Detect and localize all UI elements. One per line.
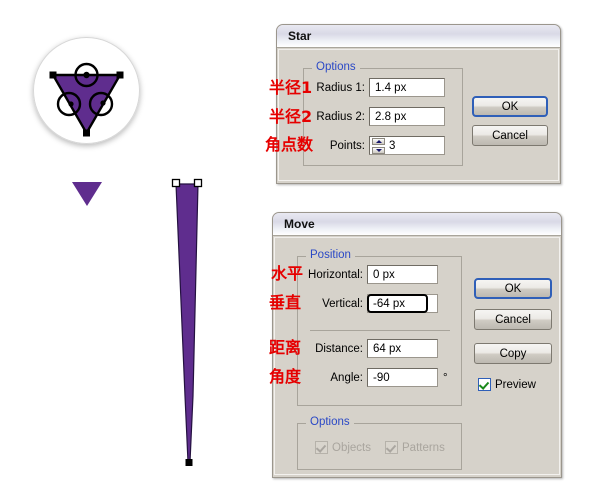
star-dialog: Star Options Radius 1: 1.4 px 半径1 Radius… [265,24,561,184]
preview-checkbox-row[interactable]: Preview [478,378,536,391]
corner-radius-handle-top-dot [83,71,90,79]
preview-label: Preview [495,378,536,391]
spire-anchor-top-right [193,178,203,188]
small-purple-triangle [72,182,102,206]
patterns-checkbox-row[interactable]: Patterns [385,441,445,454]
radius2-label: Radius 2: [316,110,365,123]
radius2-input[interactable]: 2.8 px [369,107,445,126]
move-dialog-body: Position Horizontal: 0 px 水平 Vertical: -… [269,237,560,475]
move-dialog: Move Position Horizontal: 0 px 水平 Vertic… [269,212,562,478]
small-triangle-shape [72,182,102,206]
vertical-annotation: 垂直 [269,293,302,312]
radius1-row: Radius 1: 1.4 px [307,78,445,97]
anchor-point-top-left [49,71,57,79]
star-tool-preview [33,37,140,144]
star-ok-button[interactable]: OK [472,96,548,117]
vertical-input[interactable]: -64 px [367,294,428,313]
spire-shape [175,183,199,463]
radius2-annotation: 半径2 [269,107,313,126]
vertical-label: Vertical: [322,297,363,310]
vertical-input-wrap: -64 px [367,294,438,313]
inverted-triangle-shape [50,73,123,136]
objects-checkbox-row[interactable]: Objects [315,441,371,454]
angle-input[interactable]: -90 [367,368,438,387]
move-cancel-button[interactable]: Cancel [474,309,552,330]
radius1-input[interactable]: 1.4 px [369,78,445,97]
corner-radius-handle-left-dot [68,101,74,107]
star-cancel-button[interactable]: Cancel [472,125,548,146]
angle-unit-label: ° [443,371,448,384]
star-dialog-title: Star [288,29,312,43]
horizontal-row: Horizontal: 0 px [303,265,438,284]
anchor-point-bottom [83,129,90,137]
points-input[interactable]: 3 [369,136,445,155]
stepper-down-icon[interactable] [372,146,385,154]
star-dialog-titlebar[interactable]: Star [277,25,560,48]
spire-anchor-top-left [171,178,181,188]
spire-anchor-bottom [185,459,193,466]
move-dialog-titlebar[interactable]: Move [273,213,561,236]
horizontal-input[interactable]: 0 px [367,265,438,284]
move-dialog-title: Move [284,217,315,231]
points-row: Points: 3 [307,136,445,155]
star-options-legend: Options [312,61,360,73]
objects-checkbox[interactable] [315,441,328,454]
distance-annotation: 距离 [269,338,302,357]
move-copy-button[interactable]: Copy [474,343,552,364]
patterns-checkbox[interactable] [385,441,398,454]
points-stepper[interactable] [372,137,385,154]
points-value: 3 [389,139,396,152]
points-annotation: 角点数 [265,135,314,154]
preview-checkbox[interactable] [478,378,491,391]
move-options-legend: Options [306,416,354,428]
points-label: Points: [329,139,365,152]
star-dialog-body: Options Radius 1: 1.4 px 半径1 Radius 2: 2… [265,49,559,181]
patterns-label: Patterns [402,441,445,454]
vertical-row: Vertical: -64 px [303,294,438,313]
move-ok-button[interactable]: OK [474,278,552,299]
elongated-purple-spire [171,178,203,466]
horizontal-annotation: 水平 [271,264,304,283]
distance-label: Distance: [315,342,363,355]
angle-row: Angle: -90 ° [303,368,448,387]
screenshot-canvas: Star Options Radius 1: 1.4 px 半径1 Radius… [0,0,600,500]
distance-row: Distance: 64 px [303,339,438,358]
position-separator [310,330,450,331]
triangle-with-anchors-graphic [49,62,124,137]
radius2-row: Radius 2: 2.8 px [307,107,445,126]
move-position-legend: Position [306,249,355,261]
horizontal-label: Horizontal: [308,268,363,281]
distance-input[interactable]: 64 px [367,339,438,358]
radius1-label: Radius 1: [316,81,365,94]
radius1-annotation: 半径1 [269,78,313,97]
angle-annotation: 角度 [269,367,302,386]
corner-radius-handle-right-dot [100,100,106,106]
anchor-point-top-right [116,71,124,79]
objects-label: Objects [332,441,371,454]
angle-label: Angle: [330,371,363,384]
stepper-up-icon[interactable] [372,137,385,145]
